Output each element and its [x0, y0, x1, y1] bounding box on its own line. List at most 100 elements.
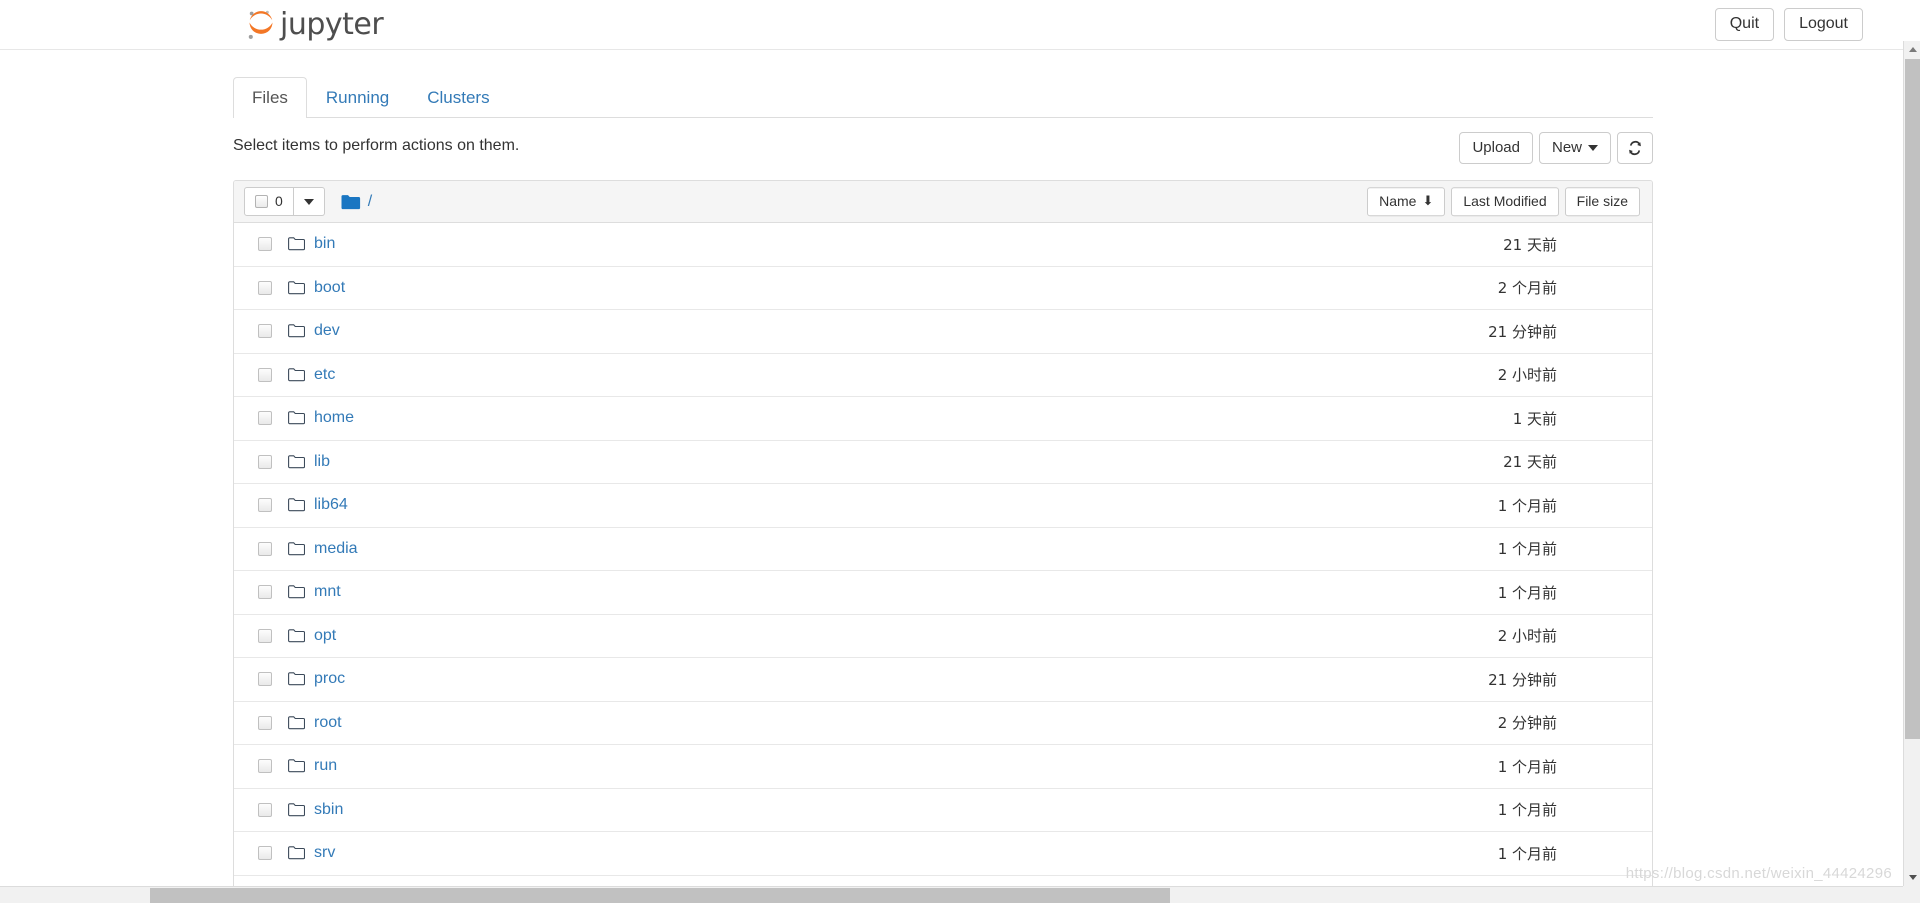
logout-button[interactable]: Logout — [1784, 8, 1863, 41]
row-checkbox[interactable] — [258, 324, 272, 339]
triangle-up-icon — [1908, 47, 1917, 52]
triangle-down-icon — [1908, 875, 1917, 880]
vertical-scrollbar[interactable] — [1903, 41, 1920, 886]
row-checkbox[interactable] — [258, 585, 272, 600]
folder-outline-icon — [288, 281, 305, 295]
row-checkbox[interactable] — [258, 628, 272, 643]
file-name-link[interactable]: proc — [314, 670, 345, 688]
select-all-checkbox[interactable] — [255, 195, 268, 208]
row-checkbox[interactable] — [258, 541, 272, 556]
last-modified-value: 2 小时前 — [1497, 366, 1557, 385]
table-row[interactable]: opt 2 小时前 — [234, 615, 1652, 658]
row-checkbox[interactable] — [258, 411, 272, 426]
row-checkbox[interactable] — [258, 802, 272, 817]
table-row[interactable]: lib 21 天前 — [234, 441, 1652, 484]
scroll-up-button[interactable] — [1904, 41, 1920, 58]
last-modified-value: 1 个月前 — [1497, 540, 1557, 559]
table-row[interactable]: mnt 1 个月前 — [234, 571, 1652, 615]
folder-outline-icon — [288, 846, 305, 860]
chevron-down-icon — [1588, 145, 1598, 152]
table-row[interactable]: bin 21 天前 — [234, 223, 1652, 267]
table-row[interactable]: run 1 个月前 — [234, 745, 1652, 789]
breadcrumb-root[interactable]: / — [368, 193, 372, 211]
row-checkbox[interactable] — [258, 715, 272, 730]
file-name-link[interactable]: lib — [314, 453, 330, 471]
file-name-link[interactable]: root — [314, 714, 342, 732]
file-name-link[interactable]: mnt — [314, 583, 341, 601]
tab-running[interactable]: Running — [307, 77, 408, 118]
sort-by-name-button[interactable]: Name ⬇ — [1367, 186, 1446, 217]
file-name-link[interactable]: dev — [314, 322, 340, 340]
selection-dropdown-button[interactable] — [293, 186, 325, 217]
horizontal-scrollbar[interactable] — [0, 886, 1903, 903]
row-checkbox[interactable] — [258, 367, 272, 382]
select-all-checkbox-button[interactable]: 0 — [244, 186, 294, 217]
last-modified-value: 2 小时前 — [1497, 627, 1557, 646]
file-name-link[interactable]: media — [314, 540, 358, 558]
new-dropdown-button[interactable]: New — [1538, 132, 1611, 165]
table-row[interactable]: srv 1 个月前 — [234, 832, 1652, 876]
table-row[interactable]: boot 2 个月前 — [234, 267, 1652, 310]
file-list-header: 0 / Name ⬇ Last Modified File size — [234, 181, 1652, 223]
file-list-body: bin 21 天前 boot 2 个月前 dev 21 分钟前 etc 2 小时前 home 1 … — [234, 223, 1652, 903]
breadcrumb: / — [341, 193, 372, 211]
file-name-link[interactable]: home — [314, 409, 354, 427]
jupyter-brand-text: jupyter — [280, 7, 384, 42]
last-modified-value: 21 分钟前 — [1488, 322, 1557, 341]
sort-by-last-modified-button[interactable]: Last Modified — [1451, 186, 1559, 217]
refresh-icon — [1629, 141, 1641, 156]
last-modified-value: 1 个月前 — [1497, 844, 1557, 863]
last-modified-value: 1 个月前 — [1497, 583, 1557, 602]
file-list: 0 / Name ⬇ Last Modified File size bin 2… — [233, 180, 1653, 903]
row-checkbox[interactable] — [258, 280, 272, 295]
last-modified-value: 21 天前 — [1503, 453, 1557, 472]
file-name-link[interactable]: sbin — [314, 801, 343, 819]
vertical-scrollbar-thumb[interactable] — [1905, 59, 1920, 739]
scroll-down-button[interactable] — [1904, 869, 1920, 886]
last-modified-value: 1 个月前 — [1497, 496, 1557, 515]
header-actions: Quit Logout — [1714, 8, 1863, 41]
row-checkbox[interactable] — [258, 498, 272, 513]
sort-by-file-size-button[interactable]: File size — [1564, 186, 1640, 217]
file-list-header-left: 0 / — [244, 186, 372, 217]
file-name-link[interactable]: etc — [314, 366, 335, 384]
upload-button-label: Upload — [1472, 139, 1520, 156]
file-name-link[interactable]: run — [314, 757, 337, 775]
jupyter-file-browser-page: jupyter Quit Logout Files Running Cluste… — [0, 0, 1920, 903]
folder-outline-icon — [288, 542, 305, 556]
table-row[interactable]: sbin 1 个月前 — [234, 789, 1652, 832]
table-row[interactable]: dev 21 分钟前 — [234, 310, 1652, 354]
horizontal-scrollbar-thumb[interactable] — [150, 888, 1170, 903]
table-row[interactable]: home 1 天前 — [234, 397, 1652, 441]
tab-clusters[interactable]: Clusters — [408, 77, 508, 118]
row-checkbox[interactable] — [258, 672, 272, 687]
select-items-hint: Select items to perform actions on them. — [233, 137, 520, 154]
tab-files[interactable]: Files — [233, 76, 307, 118]
refresh-button[interactable] — [1617, 132, 1653, 165]
file-name-link[interactable]: lib64 — [314, 496, 348, 514]
table-row[interactable]: media 1 个月前 — [234, 528, 1652, 571]
row-checkbox[interactable] — [258, 237, 272, 252]
folder-outline-icon — [288, 455, 305, 469]
file-name-link[interactable]: boot — [314, 279, 345, 297]
folder-outline-icon — [288, 585, 305, 599]
folder-outline-icon — [288, 411, 305, 425]
table-row[interactable]: etc 2 小时前 — [234, 354, 1652, 397]
file-name-link[interactable]: srv — [314, 844, 335, 862]
scrollbar-corner — [1903, 886, 1920, 903]
table-row[interactable]: lib64 1 个月前 — [234, 484, 1652, 528]
table-row[interactable]: proc 21 分钟前 — [234, 658, 1652, 702]
file-name-link[interactable]: bin — [314, 235, 335, 253]
folder-icon[interactable] — [341, 194, 361, 210]
last-modified-value: 1 个月前 — [1497, 801, 1557, 820]
jupyter-logo[interactable]: jupyter — [244, 4, 384, 46]
file-name-link[interactable]: opt — [314, 627, 336, 645]
last-modified-value: 21 天前 — [1503, 235, 1557, 254]
upload-button[interactable]: Upload — [1459, 132, 1533, 165]
row-checkbox[interactable] — [258, 759, 272, 774]
quit-button[interactable]: Quit — [1714, 8, 1775, 41]
row-checkbox[interactable] — [258, 846, 272, 861]
row-checkbox[interactable] — [258, 454, 272, 469]
chevron-down-icon — [303, 198, 314, 205]
table-row[interactable]: root 2 分钟前 — [234, 702, 1652, 745]
